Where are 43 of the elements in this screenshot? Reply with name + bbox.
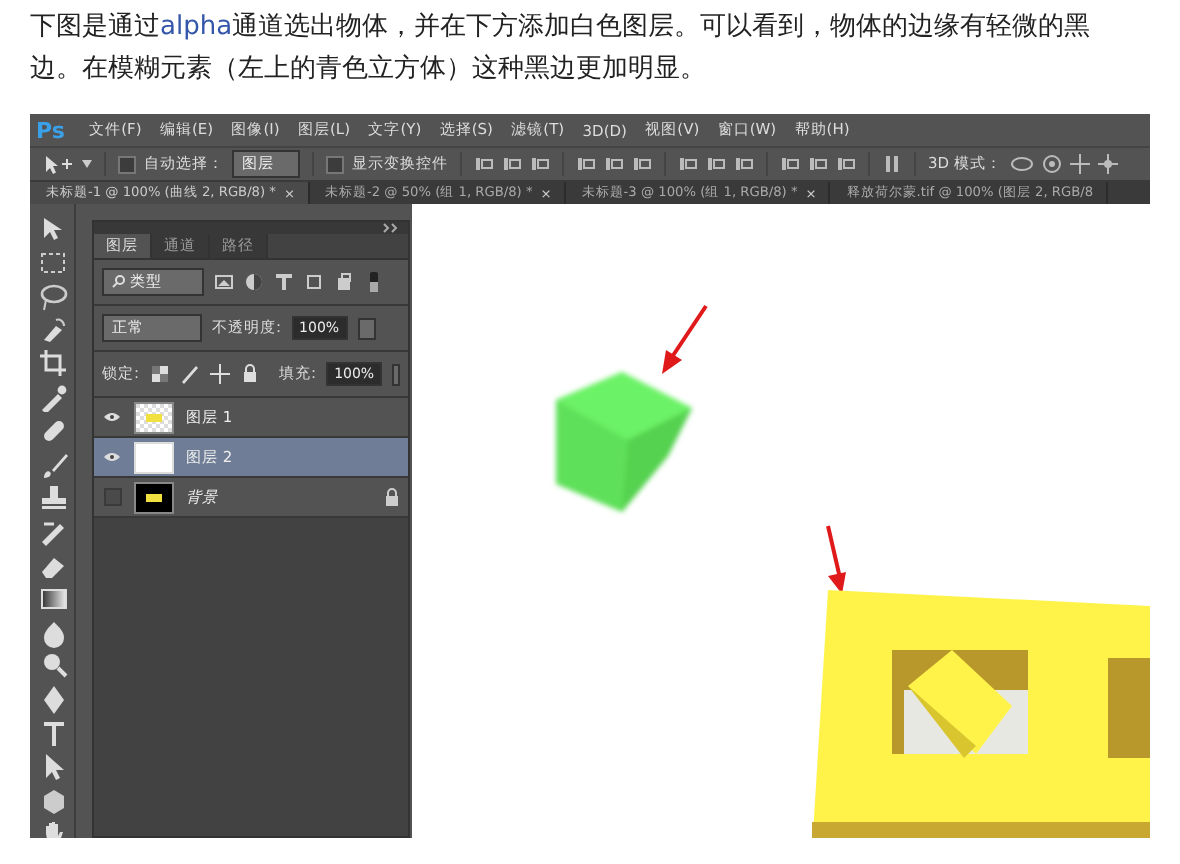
arrow-icon xyxy=(822,524,850,596)
checkbox[interactable] xyxy=(118,155,136,173)
search-icon xyxy=(112,274,126,288)
lock-transparency-icon[interactable] xyxy=(149,364,170,384)
align-icon[interactable] xyxy=(678,154,698,174)
align-icon[interactable] xyxy=(502,154,522,174)
type-filter-icon[interactable] xyxy=(274,272,294,292)
align-icon[interactable] xyxy=(734,154,754,174)
layer-thumbnail xyxy=(134,441,174,473)
arrow-icon xyxy=(658,304,710,376)
eye-icon[interactable] xyxy=(104,412,120,422)
align-icon[interactable] xyxy=(576,154,596,174)
fill-dropdown-button[interactable] xyxy=(392,363,400,385)
crop-icon[interactable] xyxy=(35,346,69,379)
app-logo: Ps xyxy=(36,117,67,143)
align-icon[interactable] xyxy=(780,154,800,174)
layer-thumbnail xyxy=(134,401,174,433)
smart-object-filter-icon[interactable] xyxy=(334,272,354,292)
align-icon[interactable] xyxy=(632,154,652,174)
alpha-link[interactable]: alpha xyxy=(160,12,233,42)
collapse-icon[interactable] xyxy=(382,222,402,234)
align-icon[interactable] xyxy=(474,154,494,174)
filter-toggle-icon[interactable] xyxy=(364,272,384,292)
lasso-icon[interactable] xyxy=(35,279,69,312)
move-icon[interactable] xyxy=(209,364,230,384)
checkbox[interactable] xyxy=(326,155,344,173)
caret-icon[interactable] xyxy=(82,160,92,168)
lock-icon[interactable] xyxy=(239,364,260,384)
eye-icon[interactable] xyxy=(104,452,120,462)
align-icon[interactable] xyxy=(530,154,550,174)
article-paragraph: 下图是通过alpha通道选出物体，并在下方添加白色图层。可以看到，物体的边缘有轻微的黑边。在模糊元素（左上的青色立方体）这种黑边更加明显。 xyxy=(30,10,1093,88)
visibility-toggle[interactable] xyxy=(103,488,121,506)
move-tool-icon[interactable] xyxy=(42,154,74,174)
opacity-dropdown-button[interactable] xyxy=(357,317,376,339)
align-icon[interactable] xyxy=(808,154,828,174)
layer-thumbnail xyxy=(134,481,174,513)
align-icon[interactable] xyxy=(836,154,856,174)
image-filter-icon[interactable] xyxy=(214,272,234,292)
align-icon[interactable] xyxy=(604,154,624,174)
adjustment-filter-icon[interactable] xyxy=(244,272,264,292)
shape-filter-icon[interactable] xyxy=(304,272,324,292)
distribute-icon[interactable] xyxy=(882,154,902,174)
align-icon[interactable] xyxy=(706,154,726,174)
